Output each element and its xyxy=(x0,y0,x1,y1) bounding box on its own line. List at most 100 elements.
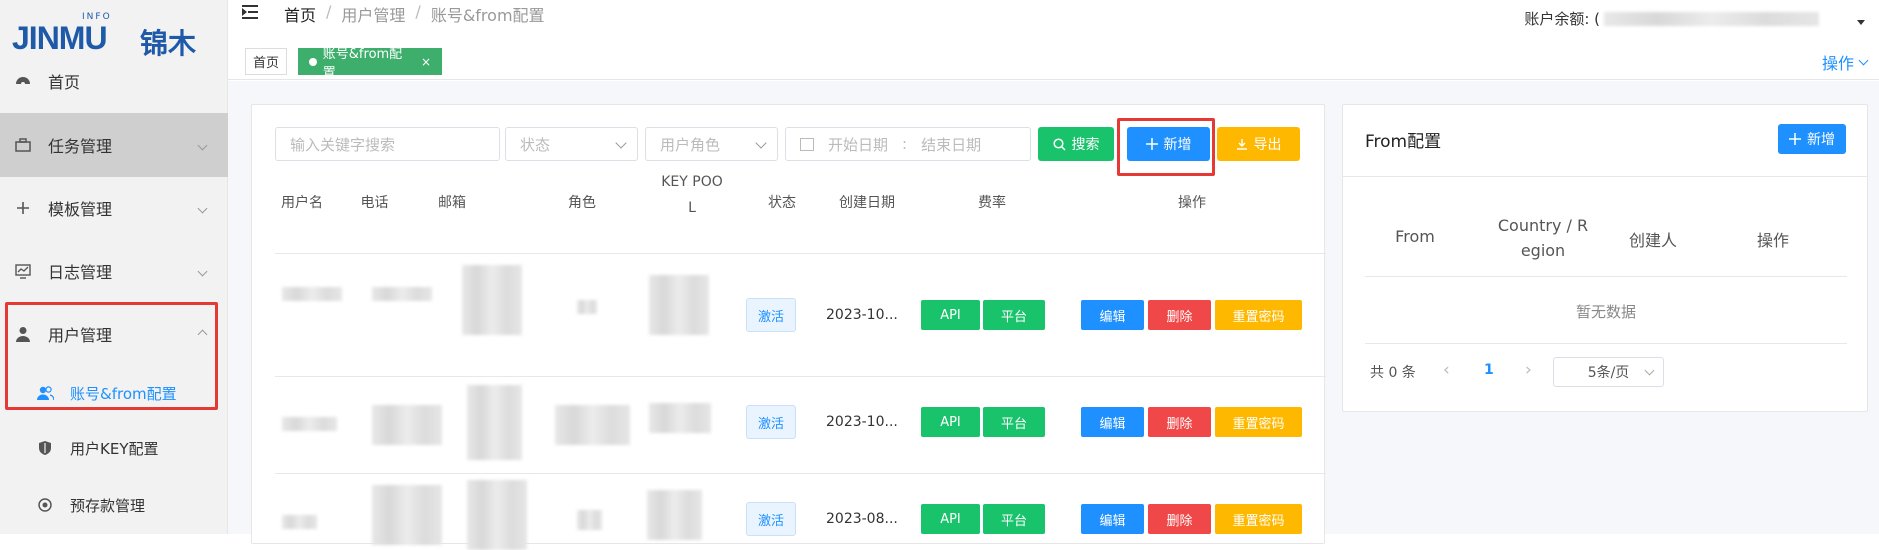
chevron-down-icon xyxy=(1644,365,1655,376)
active-dot-icon xyxy=(309,57,317,66)
pager-next-icon[interactable]: › xyxy=(1525,360,1532,380)
account-balance: 账户余额: ( xyxy=(1524,8,1819,29)
platform-rate-button[interactable]: 平台 xyxy=(983,300,1045,330)
tab-home[interactable]: 首页 xyxy=(245,48,287,75)
keypool-redacted xyxy=(649,403,711,433)
breadcrumb-users[interactable]: 用户管理 xyxy=(341,2,405,26)
th-role: 角色 xyxy=(568,195,596,211)
api-rate-button[interactable]: API xyxy=(921,504,980,534)
operations-dropdown[interactable]: 操作 xyxy=(1821,50,1869,74)
date-range-picker[interactable]: 开始日期 : 结束日期 xyxy=(785,127,1031,161)
created-date: 2023-08... xyxy=(826,511,898,527)
breadcrumb-current: 账号&from配置 xyxy=(430,6,545,25)
chevron-down-icon xyxy=(197,266,208,276)
from-config-panel: From配置 新增 From Country / R egion 创建人 操作 … xyxy=(1342,104,1868,412)
platform-rate-button[interactable]: 平台 xyxy=(983,504,1045,534)
email-redacted xyxy=(467,385,522,460)
balance-value-redacted xyxy=(1604,11,1819,26)
breadcrumb: 首页 / 用户管理 / 账号&from配置 xyxy=(284,2,545,26)
sidebar-subitem-deposit[interactable]: 预存款管理 xyxy=(0,478,228,532)
tab-label: 首页 xyxy=(252,56,279,71)
page-size-select[interactable]: 5条/页 xyxy=(1553,357,1664,387)
menu-toggle-icon[interactable] xyxy=(242,4,260,20)
phone-redacted xyxy=(372,485,442,545)
th-phone: 电话 xyxy=(360,195,389,211)
th-keypool: KEY POO L xyxy=(661,174,723,216)
pager-page[interactable]: 1 xyxy=(1484,362,1494,378)
sidebar-item-label: 首页 xyxy=(48,73,81,92)
dashboard-icon xyxy=(14,72,32,90)
export-button[interactable]: 导出 xyxy=(1217,127,1300,161)
username-redacted xyxy=(282,417,337,431)
plus-icon xyxy=(1789,133,1801,145)
th-operations: 操作 xyxy=(1756,231,1789,250)
reset-password-button[interactable]: 重置密码 xyxy=(1215,504,1302,534)
keypool-redacted xyxy=(649,275,709,335)
edit-button[interactable]: 编辑 xyxy=(1081,407,1144,437)
logo: INFO JINMU 锦木 xyxy=(12,12,212,60)
search-input[interactable]: 输入关键字搜索 xyxy=(275,127,500,161)
divider xyxy=(275,473,1326,474)
th-creator: 创建人 xyxy=(1628,231,1677,250)
balance-label: 账户余额: ( xyxy=(1524,10,1600,28)
search-button[interactable]: 搜索 xyxy=(1038,127,1114,161)
shield-icon xyxy=(36,439,54,457)
caret-down-icon[interactable] xyxy=(1857,20,1865,25)
add-from-button[interactable]: 新增 xyxy=(1778,124,1846,154)
divider xyxy=(275,253,1326,254)
tab-label: 账号&from配置 xyxy=(322,46,403,81)
api-rate-button[interactable]: API xyxy=(921,407,980,437)
sidebar-subitem-user-key[interactable]: 用户KEY配置 xyxy=(0,421,228,475)
pager-prev-icon[interactable]: ‹ xyxy=(1443,360,1450,380)
status-badge: 激活 xyxy=(746,298,796,332)
status-select[interactable]: 状态 xyxy=(505,127,638,161)
tabs-bar: 首页 账号&from配置 × 操作 xyxy=(228,40,1879,81)
coins-icon xyxy=(36,496,54,514)
download-icon xyxy=(1236,139,1247,150)
delete-button[interactable]: 删除 xyxy=(1148,300,1211,330)
empty-state: 暂无数据 xyxy=(1575,303,1636,321)
reset-password-button[interactable]: 重置密码 xyxy=(1215,300,1302,330)
highlight-box-add xyxy=(1117,118,1215,176)
chevron-down-icon xyxy=(197,203,208,213)
api-rate-button[interactable]: API xyxy=(921,300,980,330)
sidebar-item-tasks[interactable]: 任务管理 xyxy=(0,113,228,177)
edit-button[interactable]: 编辑 xyxy=(1081,504,1144,534)
role-select[interactable]: 用户角色 xyxy=(645,127,778,161)
reset-password-button[interactable]: 重置密码 xyxy=(1215,407,1302,437)
chevron-down-icon xyxy=(197,140,208,150)
close-icon[interactable]: × xyxy=(421,55,431,69)
monitor-chart-icon xyxy=(14,262,32,280)
sidebar-subitem-label: 用户KEY配置 xyxy=(70,439,159,458)
calendar-icon xyxy=(800,137,814,151)
sidebar-item-label: 任务管理 xyxy=(48,137,113,156)
th-created: 创建日期 xyxy=(839,195,895,211)
sidebar-item-logs[interactable]: 日志管理 xyxy=(0,240,228,302)
th-rate: 费率 xyxy=(978,195,1006,211)
sidebar-item-label: 日志管理 xyxy=(48,263,113,282)
chevron-down-icon xyxy=(1858,55,1869,65)
breadcrumb-home[interactable]: 首页 xyxy=(284,2,316,26)
tab-accounts[interactable]: 账号&from配置 × xyxy=(298,47,442,81)
created-date: 2023-10... xyxy=(826,307,898,323)
from-panel-title: From配置 xyxy=(1365,132,1442,152)
delete-button[interactable]: 删除 xyxy=(1148,407,1211,437)
search-icon xyxy=(1052,137,1066,151)
edit-button[interactable]: 编辑 xyxy=(1081,300,1144,330)
plus-icon xyxy=(14,199,32,217)
sidebar-item-home[interactable]: 首页 xyxy=(0,51,228,111)
keypool-redacted xyxy=(647,490,702,540)
operations-label: 操作 xyxy=(1821,54,1854,73)
role-redacted xyxy=(577,300,597,314)
phone-redacted xyxy=(372,287,432,301)
divider xyxy=(1365,276,1847,277)
th-country-region: Country / R egion xyxy=(1497,216,1589,260)
pager-total: 共 0 条 xyxy=(1370,365,1416,381)
chevron-down-icon xyxy=(615,137,627,149)
delete-button[interactable]: 删除 xyxy=(1148,504,1211,534)
sidebar: INFO JINMU 锦木 首页 任务管理 模板管理 日志管理 用户管理 账号&… xyxy=(0,0,228,534)
divider xyxy=(1343,176,1867,177)
platform-rate-button[interactable]: 平台 xyxy=(983,407,1045,437)
sidebar-item-templates[interactable]: 模板管理 xyxy=(0,177,228,239)
th-status: 状态 xyxy=(768,195,796,211)
